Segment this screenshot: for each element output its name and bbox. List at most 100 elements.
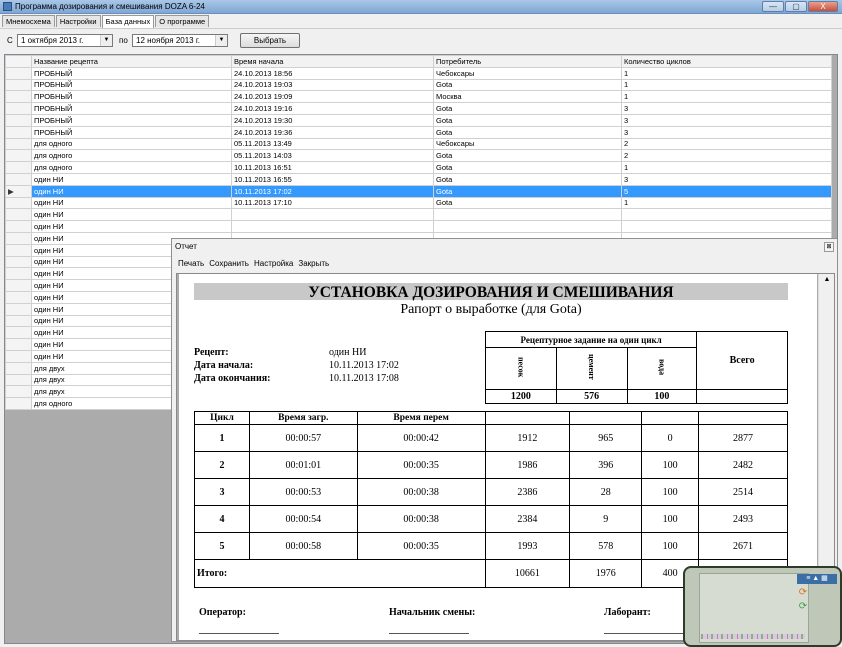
row-header[interactable] — [5, 78, 32, 92]
cell-consumer[interactable]: Чебоксары — [433, 66, 622, 80]
cell-start-time[interactable]: 10.11.2013 16:51 — [231, 161, 434, 174]
cell-recipe[interactable]: ПРОБНЫЙ — [31, 102, 232, 115]
cell-start-time[interactable]: 24.10.2013 19:03 — [231, 78, 434, 92]
floating-widget[interactable]: ≡ ▲ ▦ ⟳ ⟳ — [683, 566, 842, 647]
recycle-icon[interactable]: ⟳ — [797, 602, 809, 612]
row-header[interactable] — [5, 113, 32, 127]
scroll-up-icon[interactable]: ▲ — [819, 276, 834, 288]
cell-start-time[interactable]: 24.10.2013 19:30 — [231, 113, 434, 127]
row-header[interactable] — [5, 397, 32, 410]
table-row[interactable]: ▶ один НИ 10.11.2013 17:02 Gota 5 — [5, 184, 832, 198]
chevron-down-icon[interactable]: ▼ — [215, 35, 227, 46]
row-header[interactable] — [5, 338, 32, 351]
column-header-recipe[interactable]: Название рецепта — [31, 55, 232, 68]
cell-cycles[interactable] — [621, 220, 832, 233]
row-header[interactable] — [5, 172, 32, 186]
table-row[interactable]: ПРОБНЫЙ 24.10.2013 19:03 Gota 1 — [5, 78, 832, 92]
menu-print[interactable]: Печать — [178, 259, 204, 268]
menu-close[interactable]: Закрыть — [298, 259, 329, 268]
row-header[interactable] — [5, 125, 32, 139]
table-row[interactable]: один НИ — [5, 208, 832, 222]
cell-recipe[interactable]: ПРОБНЫЙ — [31, 125, 232, 139]
tab-about[interactable]: О программе — [155, 15, 210, 27]
refresh-icon[interactable]: ⟳ — [797, 588, 809, 598]
cell-consumer[interactable]: Gota — [433, 102, 622, 115]
table-row[interactable]: для одного 10.11.2013 16:51 Gota 1 — [5, 161, 832, 174]
cell-recipe[interactable]: один НИ — [31, 196, 232, 210]
cell-cycles[interactable]: 5 — [621, 184, 832, 198]
cell-consumer[interactable]: Москва — [433, 90, 622, 104]
column-header-cycles[interactable]: Количество циклов — [621, 55, 832, 68]
cell-cycles[interactable]: 1 — [621, 196, 832, 210]
table-row[interactable]: для одного 05.11.2013 14:03 Gota 2 — [5, 149, 832, 163]
tab-mnemoscheme[interactable]: Мнемосхема — [2, 15, 55, 27]
cell-recipe[interactable]: один НИ — [31, 184, 232, 198]
cell-start-time[interactable]: 10.11.2013 17:02 — [231, 184, 434, 198]
cell-start-time[interactable]: 10.11.2013 17:10 — [231, 196, 434, 210]
row-header[interactable] — [5, 326, 32, 340]
cell-start-time[interactable] — [231, 220, 434, 233]
cell-cycles[interactable]: 3 — [621, 113, 832, 127]
tab-settings[interactable]: Настройки — [55, 15, 101, 27]
row-header[interactable] — [5, 279, 32, 292]
minimize-button[interactable]: — — [762, 1, 784, 12]
row-header[interactable] — [5, 66, 32, 80]
cell-start-time[interactable]: 05.11.2013 13:49 — [231, 137, 434, 151]
cell-recipe[interactable]: один НИ — [31, 220, 232, 233]
row-header[interactable] — [5, 361, 32, 375]
cell-recipe[interactable]: ПРОБНЫЙ — [31, 113, 232, 127]
row-header[interactable] — [5, 196, 32, 210]
cell-start-time[interactable]: 24.10.2013 19:16 — [231, 102, 434, 115]
table-row[interactable]: один НИ 10.11.2013 17:10 Gota 1 — [5, 196, 832, 210]
cell-consumer[interactable]: Gota — [433, 196, 622, 210]
row-header[interactable] — [5, 208, 32, 222]
cell-consumer[interactable]: Чебоксары — [433, 137, 622, 151]
cell-cycles[interactable]: 3 — [621, 172, 832, 186]
cell-recipe[interactable]: для одного — [31, 161, 232, 174]
row-header[interactable] — [5, 137, 32, 151]
cell-cycles[interactable]: 2 — [621, 137, 832, 151]
table-row[interactable]: для одного 05.11.2013 13:49 Чебоксары 2 — [5, 137, 832, 151]
cell-recipe[interactable]: ПРОБНЫЙ — [31, 90, 232, 104]
close-icon[interactable]: ⊠ — [824, 242, 834, 252]
row-header[interactable] — [5, 220, 32, 233]
cell-consumer[interactable]: Gota — [433, 161, 622, 174]
cell-recipe[interactable]: для одного — [31, 149, 232, 163]
cell-cycles[interactable]: 1 — [621, 161, 832, 174]
row-header[interactable] — [5, 385, 32, 399]
cell-consumer[interactable] — [433, 220, 622, 233]
cell-consumer[interactable]: Gota — [433, 78, 622, 92]
cell-consumer[interactable]: Gota — [433, 172, 622, 186]
menu-settings[interactable]: Настройка — [254, 259, 293, 268]
menu-save[interactable]: Сохранить — [209, 259, 249, 268]
cell-recipe[interactable]: ПРОБНЫЙ — [31, 66, 232, 80]
cell-cycles[interactable]: 1 — [621, 66, 832, 80]
table-row[interactable]: один НИ — [5, 220, 832, 233]
cell-cycles[interactable]: 1 — [621, 78, 832, 92]
widget-toolbar-icon[interactable]: ≡ ▲ ▦ — [797, 574, 837, 584]
cell-start-time[interactable] — [231, 208, 434, 222]
row-header[interactable] — [5, 314, 32, 328]
cell-consumer[interactable] — [433, 208, 622, 222]
chevron-down-icon[interactable]: ▼ — [100, 35, 112, 46]
from-date-picker[interactable]: 1 октября 2013 г. ▼ — [17, 34, 113, 47]
cell-cycles[interactable]: 1 — [621, 90, 832, 104]
table-row[interactable]: ПРОБНЫЙ 24.10.2013 18:56 Чебоксары 1 — [5, 66, 832, 80]
cell-consumer[interactable]: Gota — [433, 125, 622, 139]
cell-start-time[interactable]: 24.10.2013 18:56 — [231, 66, 434, 80]
cell-cycles[interactable]: 2 — [621, 149, 832, 163]
cell-cycles[interactable]: 3 — [621, 102, 832, 115]
cell-start-time[interactable]: 10.11.2013 16:55 — [231, 172, 434, 186]
cell-consumer[interactable]: Gota — [433, 184, 622, 198]
cell-start-time[interactable]: 24.10.2013 19:09 — [231, 90, 434, 104]
row-header[interactable] — [5, 290, 32, 304]
row-header[interactable] — [5, 302, 32, 316]
tab-database[interactable]: База данных — [101, 15, 155, 28]
row-header[interactable] — [5, 243, 32, 257]
row-header[interactable] — [5, 267, 32, 281]
row-header[interactable]: ▶ — [5, 184, 32, 198]
cell-recipe[interactable]: ПРОБНЫЙ — [31, 78, 232, 92]
cell-cycles[interactable]: 3 — [621, 125, 832, 139]
row-header[interactable] — [5, 349, 32, 363]
table-row[interactable]: ПРОБНЫЙ 24.10.2013 19:16 Gota 3 — [5, 102, 832, 115]
